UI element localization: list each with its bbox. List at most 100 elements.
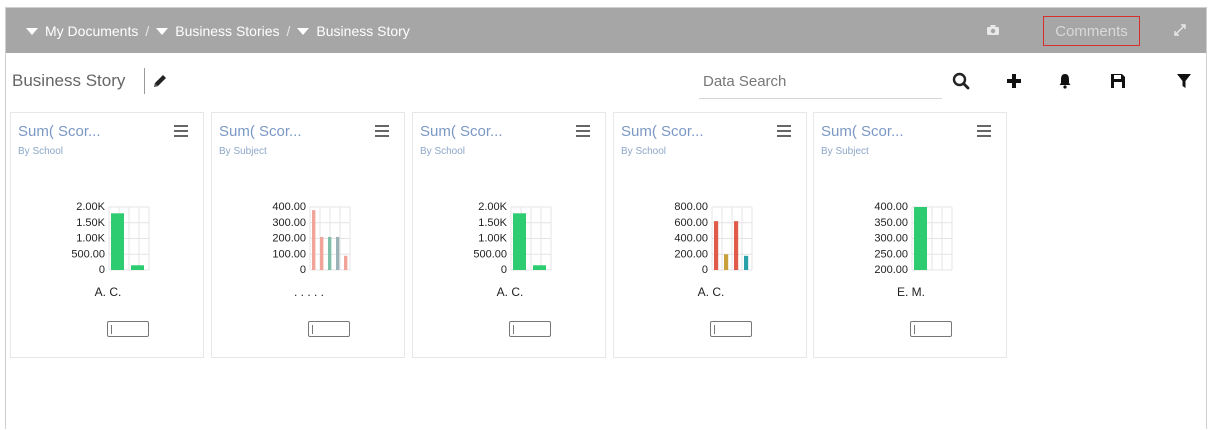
story-card[interactable]: Sum( Scor... By School 2.00K 1.50K 1.00K 50… [412,112,606,358]
text-cursor [914,325,915,334]
card-subtitle: By School [420,146,466,157]
breadcrumb-label: Business Story [316,23,410,39]
story-card[interactable]: Sum( Scor... By Subject 400.00 300.00 200.… [211,112,405,358]
breadcrumb-business-story[interactable]: Business Story [297,23,410,39]
breadcrumb-separator: / [286,23,291,39]
y-tick-label: 600.00 [674,217,708,229]
category-label: A. C. [94,285,122,299]
bar[interactable] [724,254,729,270]
story-card[interactable]: Sum( Scor... By School 800.00 600.00 400.0… [613,112,807,358]
search-icon[interactable] [951,71,971,91]
app-frame: My Documents / Business Stories / Busine… [5,7,1207,429]
mini-bar-chart: 2.00K 1.50K 1.00K 500.00 0 [473,201,552,276]
y-tick-label: 0 [702,264,708,276]
menu-icon[interactable] [375,125,389,137]
card-title[interactable]: Sum( Scor... [621,123,704,140]
edit-pencil-icon[interactable] [151,72,169,90]
text-cursor [111,325,112,334]
story-card[interactable]: Sum( Scor... By School 2.00K 1.50K 1.00K 50… [10,112,204,358]
bar[interactable] [312,210,316,270]
bar[interactable] [320,236,324,270]
menu-icon[interactable] [576,125,590,137]
y-tick-label: 300.00 [272,217,306,229]
bar[interactable] [344,255,348,270]
divider [144,68,145,94]
y-tick-label: 250.00 [874,248,908,260]
card-input[interactable] [107,321,149,337]
y-tick-label: 400.00 [272,201,306,213]
y-tick-label: 1.00K [76,233,105,245]
y-tick-label: 300.00 [874,233,908,245]
y-tick-label: 350.00 [874,217,908,229]
bar[interactable] [328,236,332,270]
bar[interactable] [744,255,749,270]
mini-bar-chart: 400.00 350.00 300.00 250.00 200.00 [874,201,953,276]
y-tick-label: 200.00 [272,233,306,245]
expand-icon[interactable] [1171,21,1189,39]
add-icon[interactable] [1004,71,1024,91]
bar[interactable] [734,221,739,270]
card-subtitle: By School [621,146,667,157]
filter-icon[interactable] [1174,71,1194,91]
card-title[interactable]: Sum( Scor... [821,123,904,140]
bar[interactable] [336,236,340,270]
story-toolbar: Business Story [6,53,1206,111]
y-tick-label: 0 [501,264,507,276]
category-label: . . . . . [293,285,324,299]
breadcrumb-business-stories[interactable]: Business Stories [156,23,280,39]
y-tick-label: 1.00K [478,233,507,245]
y-tick-label: 2.00K [76,201,105,213]
y-tick-label: 0 [99,264,105,276]
comments-label: Comments [1055,22,1128,40]
card-input[interactable] [509,321,551,337]
top-bar: My Documents / Business Stories / Busine… [6,8,1206,53]
card-input[interactable] [710,321,752,337]
y-tick-label: 400.00 [674,233,708,245]
y-tick-label: 800.00 [674,201,708,213]
category-label: A. C. [697,285,725,299]
mini-bar-chart: 800.00 600.00 400.00 200.00 0 [674,201,753,276]
card-title[interactable]: Sum( Scor... [18,123,101,140]
category-label: E. M. [896,285,925,299]
y-tick-label: 1.50K [478,217,507,229]
bell-icon[interactable] [1055,71,1075,91]
menu-icon[interactable] [977,125,991,137]
camera-icon[interactable] [986,23,1000,37]
bar[interactable] [111,213,124,270]
bar[interactable] [914,207,927,270]
card-title[interactable]: Sum( Scor... [219,123,302,140]
story-title: Business Story [12,71,126,90]
card-input[interactable] [910,321,952,337]
menu-icon[interactable] [777,125,791,137]
breadcrumb: My Documents / Business Stories / Busine… [26,23,410,39]
text-cursor [312,325,313,334]
breadcrumb-label: Business Stories [175,23,280,39]
text-cursor [714,325,715,334]
y-tick-label: 1.50K [76,217,105,229]
card-subtitle: By Subject [219,146,267,157]
data-search-input[interactable] [699,65,942,99]
card-input[interactable] [308,321,350,337]
y-tick-label: 2.00K [478,201,507,213]
y-tick-label: 500.00 [71,248,105,260]
story-card[interactable]: Sum( Scor... By Subject 400.00 350.00 300.… [813,112,1007,358]
comments-button[interactable]: Comments [1043,16,1140,46]
category-label: A. C. [496,285,524,299]
y-tick-label: 500.00 [473,248,507,260]
save-icon[interactable] [1108,71,1128,91]
bar[interactable] [513,213,526,270]
bar[interactable] [714,221,719,270]
breadcrumb-label: My Documents [45,23,139,39]
card-title[interactable]: Sum( Scor... [420,123,503,140]
caret-down-icon [156,27,169,35]
card-subtitle: By Subject [821,146,869,157]
caret-down-icon [297,27,310,35]
menu-icon[interactable] [174,125,188,137]
bar[interactable] [131,265,144,270]
breadcrumb-my-documents[interactable]: My Documents [26,23,138,39]
caret-down-icon [26,27,38,35]
text-cursor [513,325,514,334]
y-tick-label: 200.00 [674,248,708,260]
bar[interactable] [533,265,546,270]
mini-bar-chart: 400.00 300.00 200.00 100.00 0 [272,201,351,276]
